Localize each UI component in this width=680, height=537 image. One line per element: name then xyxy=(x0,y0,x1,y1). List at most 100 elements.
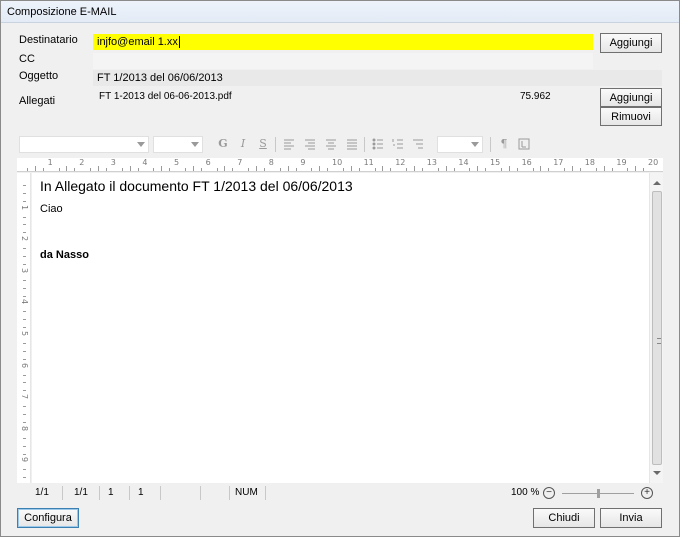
scrollbar-thumb[interactable] xyxy=(652,191,662,465)
ruler-tick xyxy=(90,168,92,171)
ruler-tick xyxy=(627,168,629,171)
ruler-tick xyxy=(23,184,26,186)
ruler-tick xyxy=(437,168,439,171)
horizontal-ruler[interactable]: 1 2 3 4 5 6 7 8 9 10 11 12 13 14 15 16 17 18 19 20 xyxy=(17,158,663,172)
ruler-tick xyxy=(287,166,289,171)
ruler-label: 16 xyxy=(521,158,532,167)
ruler-tick xyxy=(453,168,455,171)
body-line-1: In Allegato il documento FT 1/2013 del 0… xyxy=(40,178,353,194)
add-recipient-button[interactable]: Aggiungi xyxy=(600,33,662,53)
chevron-down-icon xyxy=(471,142,479,147)
ruler-tick xyxy=(516,168,518,171)
ruler-label: 6 xyxy=(205,158,211,167)
font-size-combo[interactable] xyxy=(153,136,203,153)
ruler-tick xyxy=(611,168,613,171)
chevron-down-icon xyxy=(191,142,199,147)
attachment-filename[interactable]: FT 1-2013 del 06-06-2013.pdf xyxy=(99,91,232,102)
ruler-tick xyxy=(500,168,502,171)
numbering-icon[interactable] xyxy=(391,137,405,151)
bold-button[interactable]: G xyxy=(216,137,230,151)
remove-attachment-button[interactable]: Rimuovi xyxy=(600,107,662,126)
toolbar-separator xyxy=(364,137,365,152)
formatting-toolbar: G I S ¶ xyxy=(17,134,537,155)
ruler-label: 13 xyxy=(426,158,437,167)
ruler-tick xyxy=(350,166,352,171)
ruler-tick xyxy=(42,168,44,171)
ruler-tick xyxy=(169,168,171,171)
ruler-label: 12 xyxy=(395,158,406,167)
vertical-scrollbar[interactable] xyxy=(649,173,663,483)
align-center-icon[interactable] xyxy=(324,137,338,151)
add-attachment-button[interactable]: Aggiungi xyxy=(600,88,662,107)
ruler-tick xyxy=(23,406,26,408)
attachments-list[interactable]: FT 1-2013 del 06-06-2013.pdf 75.962 xyxy=(93,87,593,127)
status-divider xyxy=(265,486,266,500)
cc-input[interactable] xyxy=(93,53,593,69)
ruler-tick xyxy=(192,166,194,171)
zoom-slider-knob[interactable] xyxy=(597,489,600,498)
destinatario-input[interactable]: injfo@email 1.xx xyxy=(93,34,593,50)
ruler-tick xyxy=(26,168,28,171)
align-right-icon[interactable] xyxy=(303,137,317,151)
ruler-tick xyxy=(23,192,26,194)
ruler-tick xyxy=(477,166,479,171)
ruler-tick xyxy=(319,166,321,171)
scroll-up-arrow-icon[interactable] xyxy=(653,181,661,185)
ruler-tick xyxy=(23,216,26,218)
send-button[interactable]: Invia xyxy=(600,508,662,528)
ruler-tick xyxy=(23,414,26,415)
ruler-tick xyxy=(595,168,597,171)
body-line-3: da Nasso xyxy=(40,249,89,261)
ruler-tick xyxy=(572,166,573,171)
zoom-out-icon[interactable]: − xyxy=(543,487,555,499)
vertical-ruler: 1 2 3 4 5 6 7 8 9 xyxy=(17,173,31,483)
align-left-icon[interactable] xyxy=(282,137,296,151)
ruler-tick xyxy=(603,166,605,171)
zoom-in-icon[interactable]: + xyxy=(641,487,653,499)
ruler-label: 6 xyxy=(20,362,29,368)
style-combo[interactable] xyxy=(437,136,483,153)
ruler-tick xyxy=(421,168,423,171)
configure-button[interactable]: Configura xyxy=(17,508,79,528)
ruler-tick xyxy=(74,168,76,171)
outline-icon[interactable] xyxy=(411,137,425,151)
ruler-tick xyxy=(23,200,26,202)
ruler-label: 3 xyxy=(20,267,29,273)
ruler-label: 9 xyxy=(20,457,29,463)
ruler-tick xyxy=(129,166,131,171)
status-divider xyxy=(229,486,230,500)
ruler-tick xyxy=(23,232,26,234)
ruler-label: 10 xyxy=(332,158,343,167)
underline-button[interactable]: S xyxy=(256,137,270,151)
scroll-down-arrow-icon[interactable] xyxy=(653,471,661,475)
ruler-tick xyxy=(390,168,392,171)
font-family-combo[interactable] xyxy=(19,136,149,153)
ruler-tick xyxy=(23,437,26,439)
close-button[interactable]: Chiudi xyxy=(533,508,595,528)
ruler-tick xyxy=(327,168,329,171)
bullets-icon[interactable] xyxy=(371,137,385,151)
text-caret xyxy=(178,36,180,49)
ruler-tick xyxy=(311,168,313,171)
ruler-tick xyxy=(23,287,26,289)
ruler-tick xyxy=(232,168,234,171)
oggetto-input[interactable]: FT 1/2013 del 06/06/2013 xyxy=(93,70,662,86)
ruler-tick xyxy=(23,224,26,226)
ruler-tick xyxy=(248,168,250,171)
ruler-tick xyxy=(23,295,26,297)
ruler-toggle-icon[interactable] xyxy=(517,137,531,151)
allegati-label: Allegati xyxy=(19,95,56,107)
message-body-editor[interactable]: In Allegato il documento FT 1/2013 del 0… xyxy=(32,173,649,483)
status-bar: 1/1 1/1 1 1 NUM 100 % − + xyxy=(17,485,663,501)
ruler-label: 20 xyxy=(648,158,659,167)
pilcrow-icon[interactable]: ¶ xyxy=(497,137,511,151)
status-divider xyxy=(99,486,100,500)
justify-icon[interactable] xyxy=(345,137,359,151)
ruler-label: 4 xyxy=(142,158,148,167)
zoom-level: 100 % xyxy=(511,487,540,498)
ruler-label: 1 xyxy=(20,204,29,210)
ruler-tick xyxy=(279,168,281,171)
italic-button[interactable]: I xyxy=(236,137,250,151)
zoom-slider[interactable] xyxy=(562,489,634,498)
ruler-tick xyxy=(98,166,99,171)
